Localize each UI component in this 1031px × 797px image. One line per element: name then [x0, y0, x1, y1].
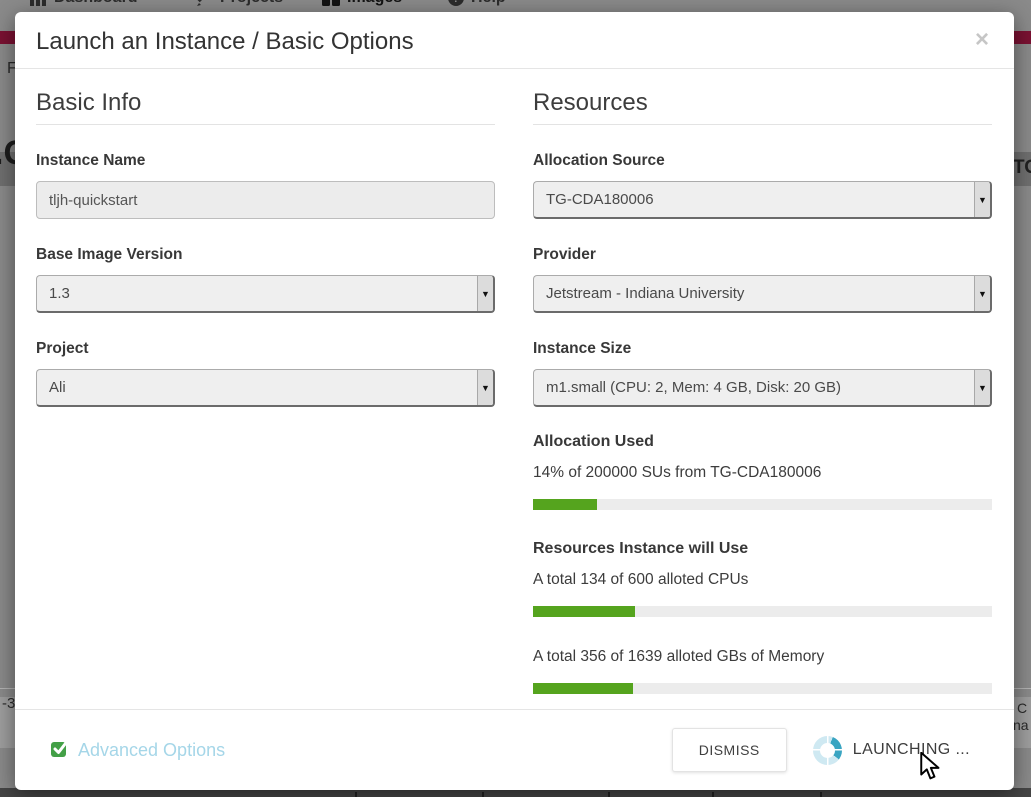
allocation-used-heading: Allocation Used [533, 433, 992, 451]
pencil-icon [196, 0, 213, 6]
instance-usage-heading: Resources Instance will Use [533, 540, 992, 558]
check-square-icon [50, 739, 69, 761]
select-value: TG-CDA180006 [534, 191, 974, 208]
chevron-down-icon: ▼ [477, 276, 493, 311]
resources-column: Resources Allocation Source TG-CDA180006… [533, 69, 992, 709]
chevron-down-icon: ▼ [477, 370, 493, 405]
advanced-options-label: Advanced Options [78, 740, 225, 761]
resources-heading: Resources [533, 89, 992, 125]
loading-spinner-icon [813, 736, 842, 765]
modal-footer: Advanced Options DISMISS LAUNCHING ... [15, 709, 1014, 790]
instance-name-label: Instance Name [36, 152, 495, 170]
memory-usage-text: A total 356 of 1639 alloted GBs of Memor… [533, 648, 992, 666]
close-icon[interactable]: × [971, 27, 993, 53]
allocation-used-text: 14% of 200000 SUs from TG-CDA180006 [533, 464, 992, 482]
provider-label: Provider [533, 246, 992, 264]
base-image-version-select[interactable]: 1.3 ▼ [36, 275, 495, 313]
chevron-down-icon: ▼ [974, 276, 990, 311]
select-value: Jetstream - Indiana University [534, 285, 974, 302]
allocation-used-progressbar [533, 499, 992, 510]
nav-label: Help [471, 0, 506, 7]
nav-item-projects[interactable]: Projects [196, 0, 283, 7]
select-value: Ali [37, 379, 477, 396]
progress-fill [533, 606, 635, 617]
modal-body: Basic Info Instance Name Base Image Vers… [15, 69, 1014, 709]
mouse-cursor [919, 752, 943, 787]
background-table-line [482, 792, 484, 797]
background-table-line [712, 792, 714, 797]
nav-label: Projects [220, 0, 283, 7]
svg-text:?: ? [453, 0, 460, 5]
nav-item-images[interactable]: Images [322, 0, 402, 7]
launching-button[interactable]: LAUNCHING ... [813, 736, 970, 765]
chevron-down-icon: ▼ [974, 370, 990, 405]
background-table-line [820, 792, 822, 797]
background-table-line [355, 792, 357, 797]
images-icon [322, 0, 340, 6]
nav-item-dashboard[interactable]: Dashboard [30, 0, 138, 7]
project-label: Project [36, 340, 495, 358]
chevron-down-icon: ▼ [974, 182, 990, 217]
progress-fill [533, 499, 597, 510]
instance-size-select[interactable]: m1.small (CPU: 2, Mem: 4 GB, Disk: 20 GB… [533, 369, 992, 407]
provider-select[interactable]: Jetstream - Indiana University ▼ [533, 275, 992, 313]
allocation-source-label: Allocation Source [533, 152, 992, 170]
nav-label: Dashboard [54, 0, 138, 7]
select-value: 1.3 [37, 285, 477, 302]
base-image-version-label: Base Image Version [36, 246, 495, 264]
question-circle-icon: ? [448, 0, 464, 6]
memory-usage-progressbar [533, 683, 992, 694]
instance-name-input[interactable] [36, 181, 495, 219]
background-table-line [608, 792, 610, 797]
advanced-options-toggle[interactable]: Advanced Options [50, 739, 225, 761]
select-value: m1.small (CPU: 2, Mem: 4 GB, Disk: 20 GB… [534, 379, 974, 396]
dismiss-button[interactable]: DISMISS [672, 728, 787, 772]
basic-info-heading: Basic Info [36, 89, 495, 125]
cpu-usage-progressbar [533, 606, 992, 617]
nav-item-help[interactable]: ? Help [448, 0, 506, 7]
background-text-fragment: C [1017, 700, 1027, 716]
basic-info-column: Basic Info Instance Name Base Image Vers… [36, 69, 495, 709]
background-text-fragment: na [1013, 717, 1029, 733]
project-select[interactable]: Ali ▼ [36, 369, 495, 407]
allocation-source-select[interactable]: TG-CDA180006 ▼ [533, 181, 992, 219]
launching-label: LAUNCHING ... [853, 741, 970, 759]
modal-title: Launch an Instance / Basic Options [36, 27, 414, 57]
background-text-fragment: TO [1013, 157, 1031, 179]
nav-label: Images [347, 0, 402, 7]
bar-chart-icon [30, 0, 47, 6]
modal-header: Launch an Instance / Basic Options × [15, 12, 1014, 69]
launch-instance-modal: Launch an Instance / Basic Options × Bas… [15, 12, 1014, 790]
cpu-usage-text: A total 134 of 600 alloted CPUs [533, 571, 992, 589]
progress-fill [533, 683, 633, 694]
instance-size-label: Instance Size [533, 340, 992, 358]
